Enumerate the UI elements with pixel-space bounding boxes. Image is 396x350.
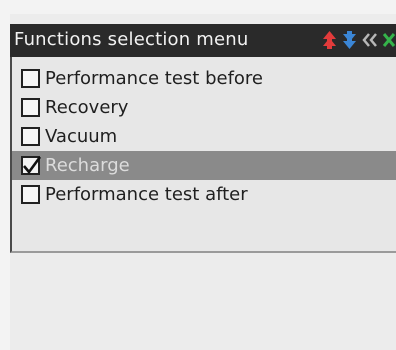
menu-item-label: Recharge <box>45 154 130 176</box>
menu-item-recharge[interactable]: Recharge <box>12 151 396 180</box>
checkbox[interactable] <box>21 127 40 146</box>
up-arrows-icon[interactable] <box>321 30 338 50</box>
menu-item-label: Performance test after <box>45 183 248 205</box>
title-bar: Functions selection menu <box>10 24 396 57</box>
checkbox-checked[interactable] <box>21 156 42 175</box>
close-icon[interactable] <box>382 31 396 49</box>
menu-item-label: Recovery <box>45 96 129 118</box>
checkbox[interactable] <box>21 98 40 117</box>
window-title: Functions selection menu <box>14 29 249 50</box>
empty-area <box>10 253 396 350</box>
checkbox[interactable] <box>21 185 40 204</box>
menu-item-vacuum[interactable]: Vacuum <box>12 122 396 151</box>
menu-item-performance-test-after[interactable]: Performance test after <box>12 180 396 209</box>
menu-item-label: Vacuum <box>45 125 118 147</box>
menu-item-performance-test-before[interactable]: Performance test before <box>12 64 396 93</box>
check-mark-icon <box>23 156 42 175</box>
menu-item-recovery[interactable]: Recovery <box>12 93 396 122</box>
device-screen: Functions selection menu Performance tes… <box>10 14 396 350</box>
title-icons <box>321 29 396 51</box>
checkbox[interactable] <box>21 69 40 88</box>
back-double-chevron-icon[interactable] <box>361 31 379 49</box>
down-arrows-icon[interactable] <box>341 30 358 50</box>
menu-item-label: Performance test before <box>45 67 264 89</box>
functions-list: Performance test before Recovery Vacuum … <box>10 57 396 253</box>
